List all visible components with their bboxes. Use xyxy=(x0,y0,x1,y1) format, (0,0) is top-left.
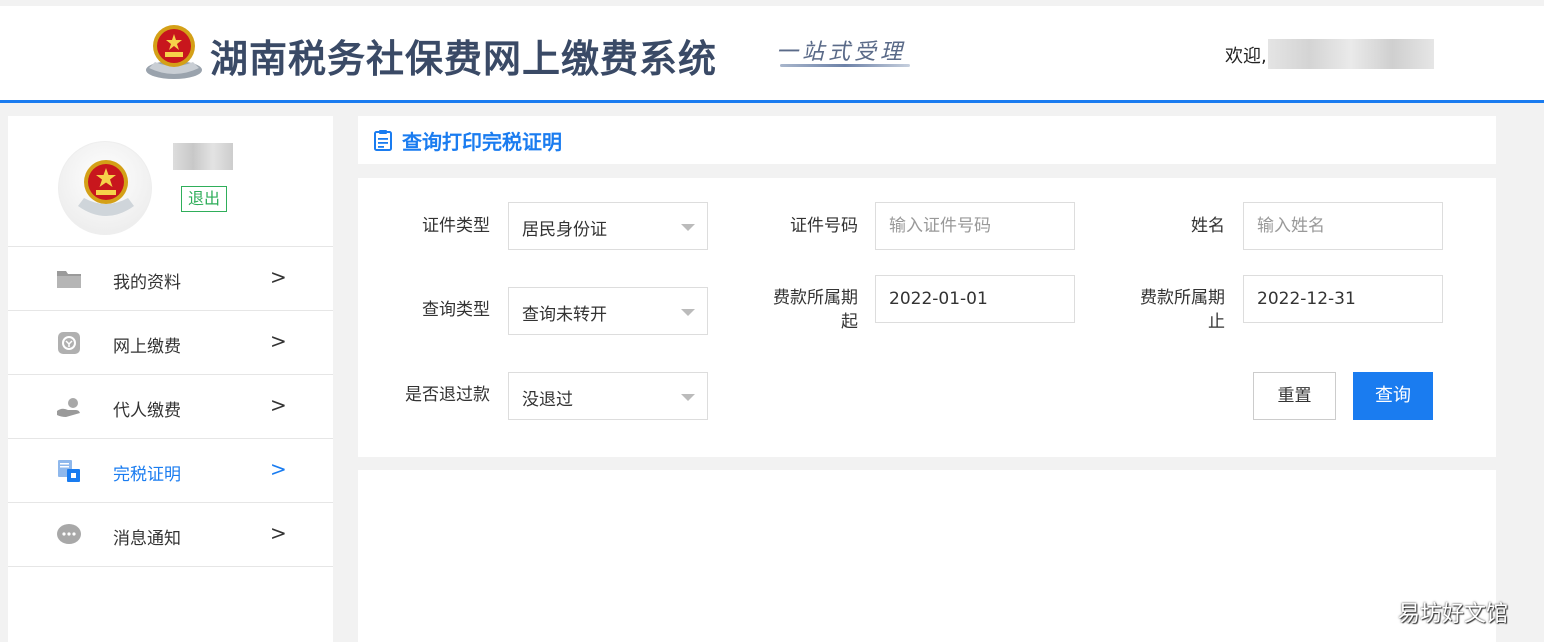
id-type-label: 证件类型 xyxy=(422,216,490,236)
results-panel xyxy=(358,470,1496,642)
period-end-input[interactable] xyxy=(1243,275,1443,323)
caret-down-icon xyxy=(681,224,695,231)
caret-down-icon xyxy=(681,394,695,401)
sidebar-item-label: 网上缴费 xyxy=(113,337,181,357)
certificate-icon xyxy=(58,460,80,482)
id-number-input[interactable] xyxy=(875,202,1075,250)
national-emblem-logo xyxy=(146,25,202,79)
payment-icon xyxy=(58,332,80,354)
page-title-bar: 查询打印完税证明 xyxy=(358,116,1496,164)
refund-label: 是否退过款 xyxy=(405,385,490,405)
emblem-avatar-icon xyxy=(78,160,134,216)
refund-value: 没退过 xyxy=(522,390,573,410)
slogan-underline xyxy=(780,64,910,67)
logout-button[interactable]: 退出 xyxy=(181,186,227,212)
refund-select[interactable]: 没退过 xyxy=(508,372,708,420)
period-start-input[interactable] xyxy=(875,275,1075,323)
chevron-right-icon: > xyxy=(270,457,287,481)
query-type-select[interactable]: 查询未转开 xyxy=(508,287,708,335)
slogan: 一站式受理 xyxy=(776,40,907,65)
reset-button[interactable]: 重置 xyxy=(1253,372,1336,420)
chevron-right-icon: > xyxy=(270,265,287,289)
chevron-right-icon: > xyxy=(270,393,287,417)
name-input[interactable] xyxy=(1243,202,1443,250)
avatar xyxy=(58,141,152,235)
sidebar-item-messages[interactable]: 消息通知 > xyxy=(8,503,333,567)
sidebar: 退出 我的资料 > 网上缴费 > 代人缴费 > 完税证明 > 消息通知 > xyxy=(8,116,333,642)
query-form: 证件类型 居民身份证 证件号码 姓名 查询类型 查询未转开 费款所属期起 费款所… xyxy=(358,178,1496,457)
period-start-label: 费款所属期起 xyxy=(773,288,858,332)
sidebar-menu: 我的资料 > 网上缴费 > 代人缴费 > 完税证明 > 消息通知 > xyxy=(8,246,333,567)
message-icon xyxy=(57,524,81,544)
query-type-label: 查询类型 xyxy=(422,300,490,320)
id-type-value: 居民身份证 xyxy=(522,220,607,240)
sidebar-item-label: 我的资料 xyxy=(113,273,181,293)
id-type-select[interactable]: 居民身份证 xyxy=(508,202,708,250)
sidebar-item-pay-for-others[interactable]: 代人缴费 > xyxy=(8,375,333,439)
system-title: 湖南税务社保费网上缴费系统 xyxy=(210,36,718,81)
app-header: 湖南税务社保费网上缴费系统 一站式受理 欢迎, xyxy=(0,0,1544,103)
folder-icon xyxy=(57,271,81,288)
hand-coin-icon xyxy=(57,398,80,417)
sidebar-item-tax-certificate[interactable]: 完税证明 > xyxy=(8,439,333,503)
username-redacted xyxy=(1268,39,1434,69)
sidebar-item-label: 消息通知 xyxy=(113,529,181,549)
sidebar-item-label: 代人缴费 xyxy=(113,401,181,421)
query-button[interactable]: 查询 xyxy=(1353,372,1433,420)
sidebar-item-online-payment[interactable]: 网上缴费 > xyxy=(8,311,333,375)
clipboard-icon xyxy=(374,130,392,151)
id-number-label: 证件号码 xyxy=(790,216,858,236)
name-label: 姓名 xyxy=(1191,216,1225,236)
caret-down-icon xyxy=(681,309,695,316)
welcome-text: 欢迎, xyxy=(1225,46,1267,67)
page-title: 查询打印完税证明 xyxy=(402,130,562,154)
sidebar-item-label: 完税证明 xyxy=(113,465,181,485)
chevron-right-icon: > xyxy=(270,521,287,545)
chevron-right-icon: > xyxy=(270,329,287,353)
query-type-value: 查询未转开 xyxy=(522,305,607,325)
sidebar-username-redacted xyxy=(173,143,233,170)
sidebar-item-my-profile[interactable]: 我的资料 > xyxy=(8,247,333,311)
watermark: 易坊好文馆 xyxy=(1398,602,1509,627)
period-end-label: 费款所属期止 xyxy=(1140,288,1225,332)
